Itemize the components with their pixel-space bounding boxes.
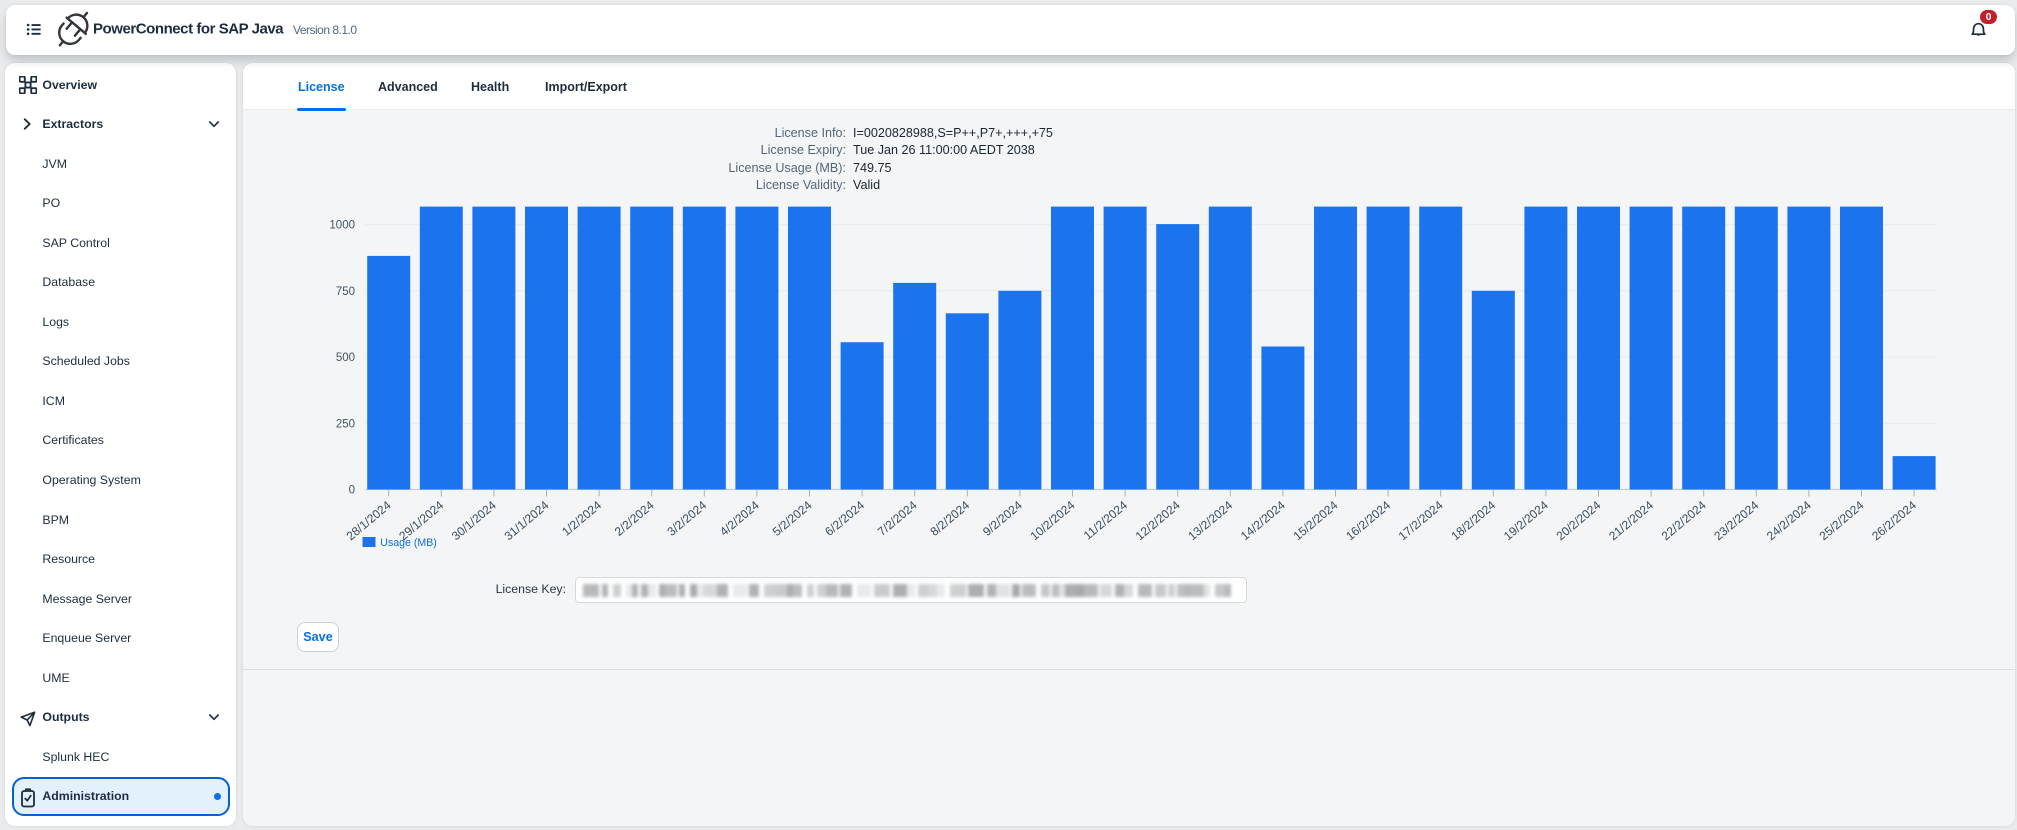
svg-text:23/2/2024: 23/2/2024 [1711,498,1761,543]
svg-text:14/2/2024: 14/2/2024 [1238,498,1288,543]
svg-text:12/2/2024: 12/2/2024 [1133,498,1183,543]
svg-text:2/2/2024: 2/2/2024 [612,498,657,539]
svg-text:3/2/2024: 3/2/2024 [664,498,709,539]
svg-text:21/2/2024: 21/2/2024 [1606,498,1656,543]
svg-text:7/2/2024: 7/2/2024 [875,498,920,539]
svg-text:6/2/2024: 6/2/2024 [822,498,867,539]
svg-text:13/2/2024: 13/2/2024 [1185,498,1235,543]
svg-text:4/2/2024: 4/2/2024 [717,498,762,539]
svg-text:0: 0 [349,485,355,497]
svg-text:15/2/2024: 15/2/2024 [1291,498,1341,543]
svg-text:25/2/2024: 25/2/2024 [1817,498,1867,543]
svg-text:1000: 1000 [329,220,355,232]
svg-text:17/2/2024: 17/2/2024 [1396,498,1446,543]
svg-text:16/2/2024: 16/2/2024 [1343,498,1393,543]
svg-text:18/2/2024: 18/2/2024 [1448,498,1498,543]
svg-text:19/2/2024: 19/2/2024 [1501,498,1551,543]
svg-text:1/2/2024: 1/2/2024 [559,498,604,539]
svg-text:250: 250 [336,418,355,430]
svg-text:31/1/2024: 31/1/2024 [502,498,552,543]
svg-text:30/1/2024: 30/1/2024 [449,498,499,543]
svg-text:24/2/2024: 24/2/2024 [1764,498,1814,543]
svg-text:750: 750 [336,286,355,298]
svg-text:10/2/2024: 10/2/2024 [1028,498,1078,543]
svg-text:5/2/2024: 5/2/2024 [770,498,815,539]
svg-text:8/2/2024: 8/2/2024 [927,498,972,539]
svg-text:500: 500 [336,352,355,364]
svg-text:22/2/2024: 22/2/2024 [1659,498,1709,543]
svg-text:11/2/2024: 11/2/2024 [1081,498,1130,543]
svg-text:26/2/2024: 26/2/2024 [1869,498,1919,543]
svg-text:20/2/2024: 20/2/2024 [1554,498,1604,543]
svg-text:Usage (MB): Usage (MB) [380,537,437,549]
svg-text:9/2/2024: 9/2/2024 [980,498,1025,539]
